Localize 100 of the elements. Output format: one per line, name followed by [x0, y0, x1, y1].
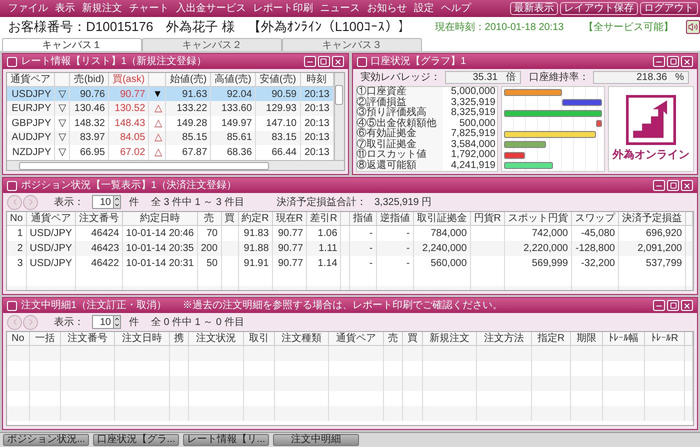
menu-item[interactable]: 入出金サービス	[176, 2, 246, 14]
menu-item[interactable]: お知らせ	[367, 2, 407, 14]
column-header[interactable]: 期限	[570, 332, 602, 346]
toolbar-button[interactable]: ログアウト	[640, 2, 698, 15]
field-label: 口座維持率：	[528, 72, 589, 83]
column-header[interactable]: 売	[197, 212, 222, 226]
canvas-tab[interactable]: キャンバス１	[2, 38, 142, 51]
item-label: ③預り評価残高	[356, 108, 442, 118]
column-header[interactable]: 安値(売)	[255, 73, 300, 86]
canvas-tab[interactable]: キャンバス３	[282, 38, 422, 51]
menu-item[interactable]: ファイル	[8, 2, 48, 14]
column-header[interactable]: 注文状況	[188, 332, 244, 346]
column-header[interactable]: 時刻	[300, 73, 333, 86]
column-header[interactable]: 取引	[243, 332, 274, 346]
item-label: ⑪ロスカット値	[356, 150, 442, 160]
field-label: 実効レバレッジ：	[360, 72, 440, 83]
column-header[interactable]: 現在R	[272, 212, 307, 226]
total-value: 3,325,919 円	[374, 196, 432, 210]
column-header[interactable]: 決済予定損益	[618, 212, 686, 226]
item-value: 3,584,000	[450, 140, 496, 150]
item-label: ⑦取引証拠金	[356, 140, 442, 150]
column-header[interactable]: スポット円貨	[504, 212, 572, 226]
column-header[interactable]: 買	[221, 212, 238, 226]
item-value: 5,000,000	[450, 87, 496, 98]
column-header[interactable]: 高値(売)	[210, 73, 256, 86]
column-header[interactable]: 注文日時	[114, 332, 170, 346]
rate-row[interactable]: GBPJPY ▽ 148.32 148.43 △ 149.28 149.97 147.10 20:13	[7, 116, 333, 131]
item-label: ⑥有効証拠金	[356, 129, 442, 140]
item-value: 3,325,919	[450, 98, 496, 108]
menu-item[interactable]: レポート印刷	[253, 2, 313, 14]
panel-title: 注文中明細1（注文訂正・取消）	[21, 299, 167, 312]
menu-item[interactable]: ニュース	[320, 2, 360, 14]
column-header[interactable]: 約定R	[238, 212, 272, 226]
display-label: 表示：	[54, 316, 84, 330]
column-header[interactable]: 注文番号	[60, 332, 115, 346]
menu-item[interactable]: チャート	[129, 2, 169, 14]
item-label: ⑧返還可能額	[356, 160, 442, 171]
item-value: 7,825,919	[450, 129, 496, 140]
rate-row[interactable]: NZDJPY ▽ 66.95 67.02 △ 67.87 68.36 66.44 20:13	[7, 145, 333, 160]
taskbar-button[interactable]: 注文中明細	[273, 434, 359, 446]
panel-title: 口座状況【グラフ】1	[370, 55, 466, 68]
rate-row[interactable]: AUDJPY ▽ 83.97 84.05 △ 85.15 85.61 83.15 20:13	[7, 130, 333, 146]
column-header[interactable]: 円貨R	[470, 212, 504, 226]
service-status: 【全サービス可能】	[584, 20, 674, 34]
column-header[interactable]: 注文方法	[476, 332, 532, 346]
toolbar-button[interactable]: 最新表示	[510, 2, 558, 15]
column-header[interactable]: 一括	[29, 332, 61, 346]
column-header[interactable]: 通貨ペア	[328, 332, 384, 346]
menu-item[interactable]: ヘルプ	[441, 2, 471, 14]
column-header[interactable]: 約定日時	[122, 212, 198, 226]
column-header[interactable]: 携	[169, 332, 189, 346]
unit-label: 件	[129, 316, 139, 330]
taskbar-button[interactable]: レート情報【リ...	[183, 434, 269, 446]
total-label: 決済予定損益合計：	[276, 196, 366, 210]
toolbar-button[interactable]: レイアウト保存	[560, 2, 638, 15]
canvas-tab[interactable]: キャンバス２	[142, 38, 282, 51]
rate-row[interactable]: USDJPY ▽ 90.76 90.77 ▼ 91.63 92.04 90.59 20:13	[7, 86, 333, 102]
panel-note: ※過去の注文明細を参照する場合は、レポート印刷でご確認ください。	[182, 299, 503, 312]
taskbar-button[interactable]: ポジション状況...	[3, 434, 89, 446]
column-header[interactable]: 始値(売)	[166, 73, 211, 86]
column-header[interactable]: No	[7, 332, 30, 346]
column-header[interactable]: 注文番号	[76, 212, 123, 226]
taskbar-button[interactable]: 口座状況【グラ...	[93, 434, 179, 446]
column-header[interactable]: スワップ	[572, 212, 618, 226]
panel-title: ポジション状況【一覧表示】1（決済注文登録）	[21, 179, 237, 192]
customer-info: お客様番号：D10015176 外為花子 様 【外為ｵﾝﾗｲﾝ（L100ｺｰｽ）】	[8, 18, 411, 36]
item-label: ①口座資産	[356, 87, 442, 98]
item-label: ②評価損益	[356, 98, 442, 108]
unit-label: 件	[129, 196, 139, 210]
column-header[interactable]: 買(ask)	[108, 73, 149, 86]
rate-row[interactable]: EURJPY ▽ 130.46 130.52 △ 133.22 133.60 129.93 20:13	[7, 101, 333, 116]
current-time: 現在時刻：2010-01-18 20:13	[434, 20, 564, 34]
column-header[interactable]: 注文種類	[274, 332, 329, 346]
column-header[interactable]: 買	[402, 332, 423, 346]
column-header[interactable]: 通貨ペア	[7, 73, 55, 86]
column-header[interactable]: ﾄﾚｰﾙR	[644, 332, 684, 346]
menu-item[interactable]: 設定	[414, 2, 434, 14]
menu-item[interactable]: 新規注文	[82, 2, 122, 14]
record-range: 全 0 件中 1 ～ 0 件目	[151, 316, 244, 330]
menu-item[interactable]: 表示	[55, 2, 75, 14]
column-header[interactable]: 売	[383, 332, 403, 346]
column-header[interactable]: 逆指値	[376, 212, 414, 226]
column-header[interactable]: 新規注文	[422, 332, 477, 346]
page-size-spinner[interactable]: 10	[92, 315, 121, 329]
display-label: 表示：	[54, 196, 84, 210]
page-size-spinner[interactable]: 10	[92, 195, 121, 209]
column-header[interactable]: No	[7, 212, 26, 226]
item-value: 8,325,919	[450, 108, 496, 118]
column-header[interactable]: ﾄﾚｰﾙ幅	[602, 332, 645, 346]
item-value: 500,000	[458, 118, 496, 129]
logo-text: 外為オンライン	[612, 148, 690, 163]
column-header[interactable]: 指値	[349, 212, 376, 226]
column-header[interactable]: 指定R	[531, 332, 571, 346]
leverage-readout: 35.31 倍	[444, 71, 521, 84]
record-range: 全 3 件中 1 ～ 3 件目	[151, 196, 244, 210]
column-header[interactable]: 売(bid)	[70, 73, 108, 86]
column-header[interactable]: 取引証拠金	[413, 212, 470, 226]
column-header[interactable]: 通貨ペア	[26, 212, 76, 226]
item-label: ④⑤出金依頼額他	[356, 118, 442, 129]
column-header[interactable]: 差引R	[306, 212, 341, 226]
